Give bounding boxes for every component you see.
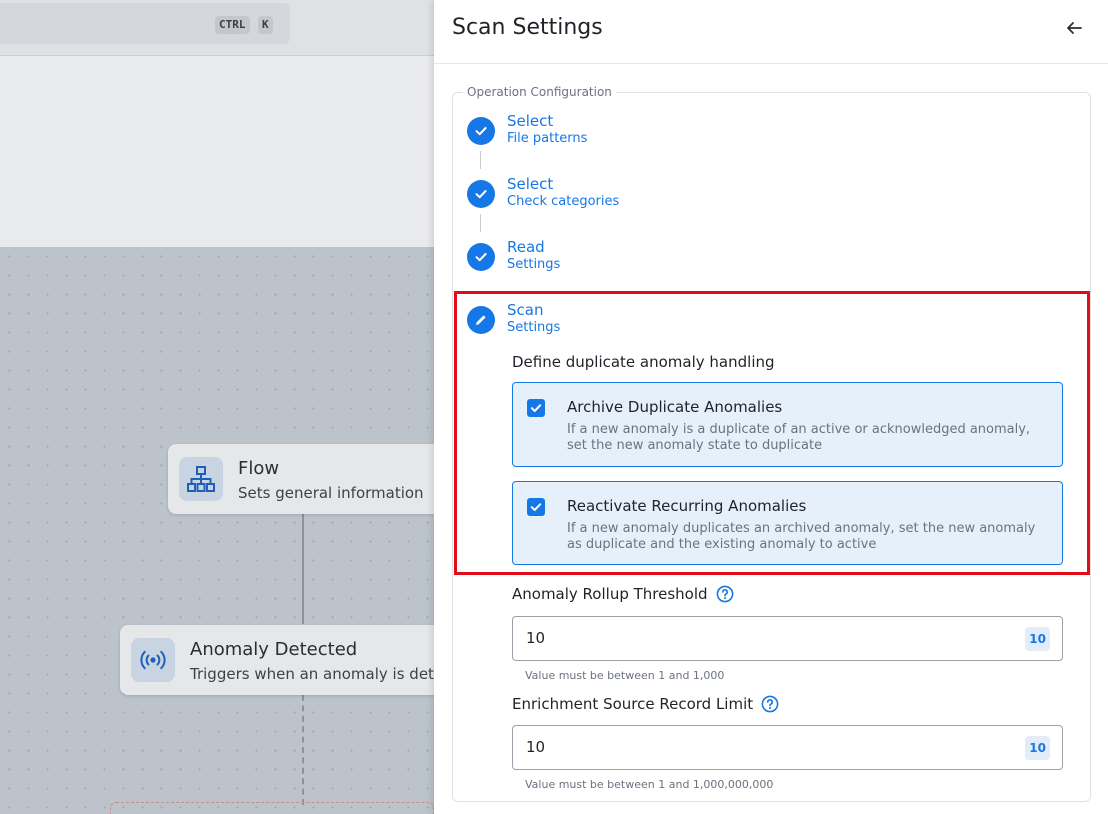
enrichment-limit-label: Enrichment Source Record Limit: [512, 695, 779, 713]
drawer-title: Scan Settings: [452, 15, 603, 40]
anomaly-node-title: Anomaly Detected: [190, 639, 358, 660]
step-subtitle: Check categories: [507, 194, 620, 209]
enrichment-limit-input[interactable]: 10 10: [512, 725, 1063, 770]
scan-settings-drawer: Scan Settings Operation Configuration Se…: [434, 0, 1108, 814]
flow-node-subtitle: Sets general information: [238, 484, 424, 502]
flow-node[interactable]: Flow Sets general information: [168, 444, 468, 514]
help-circle-icon[interactable]: [716, 585, 734, 603]
step-title: Select: [507, 175, 554, 193]
arrow-left-icon[interactable]: [1062, 16, 1086, 40]
field-label-text: Enrichment Source Record Limit: [512, 695, 754, 713]
anomaly-detected-node[interactable]: Anomaly Detected Triggers when an anomal…: [120, 625, 450, 695]
flow-canvas: [0, 247, 434, 814]
enrichment-limit-helper: Value must be between 1 and 1,000,000,00…: [525, 778, 774, 791]
shortcut-key-k: K: [258, 16, 273, 34]
shortcut-key-ctrl: CTRL: [215, 16, 250, 34]
step-connector: [480, 151, 481, 169]
rollup-threshold-label: Anomaly Rollup Threshold: [512, 585, 734, 603]
check-icon: [467, 117, 495, 145]
section-legend: Operation Configuration: [463, 85, 616, 99]
check-icon: [467, 243, 495, 271]
step-title: Select: [507, 112, 554, 130]
step-connector: [480, 214, 481, 232]
value-badge: 10: [1025, 627, 1050, 651]
step-subtitle: Settings: [507, 257, 561, 272]
placeholder-node: [110, 802, 434, 814]
help-circle-icon[interactable]: [761, 695, 779, 713]
rollup-threshold-helper: Value must be between 1 and 1,000: [525, 669, 725, 682]
value-badge: 10: [1025, 736, 1050, 760]
highlight-box: [454, 291, 1090, 575]
flow-connector-dashed: [302, 695, 304, 805]
step-subtitle: File patterns: [507, 131, 588, 146]
rollup-threshold-input[interactable]: 10 10: [512, 616, 1063, 661]
drawer-header: Scan Settings: [434, 0, 1108, 64]
broadcast-icon: [131, 638, 175, 682]
input-value: 10: [526, 629, 546, 647]
step-title: Read: [507, 238, 545, 256]
anomaly-node-subtitle: Triggers when an anomaly is dete: [190, 665, 444, 683]
field-label-text: Anomaly Rollup Threshold: [512, 585, 708, 603]
check-icon: [467, 180, 495, 208]
input-value: 10: [526, 738, 546, 756]
top-bar: CTRL K: [0, 0, 434, 56]
flow-node-title: Flow: [238, 458, 280, 479]
flow-connector: [302, 514, 304, 624]
sitemap-icon: [179, 457, 223, 501]
